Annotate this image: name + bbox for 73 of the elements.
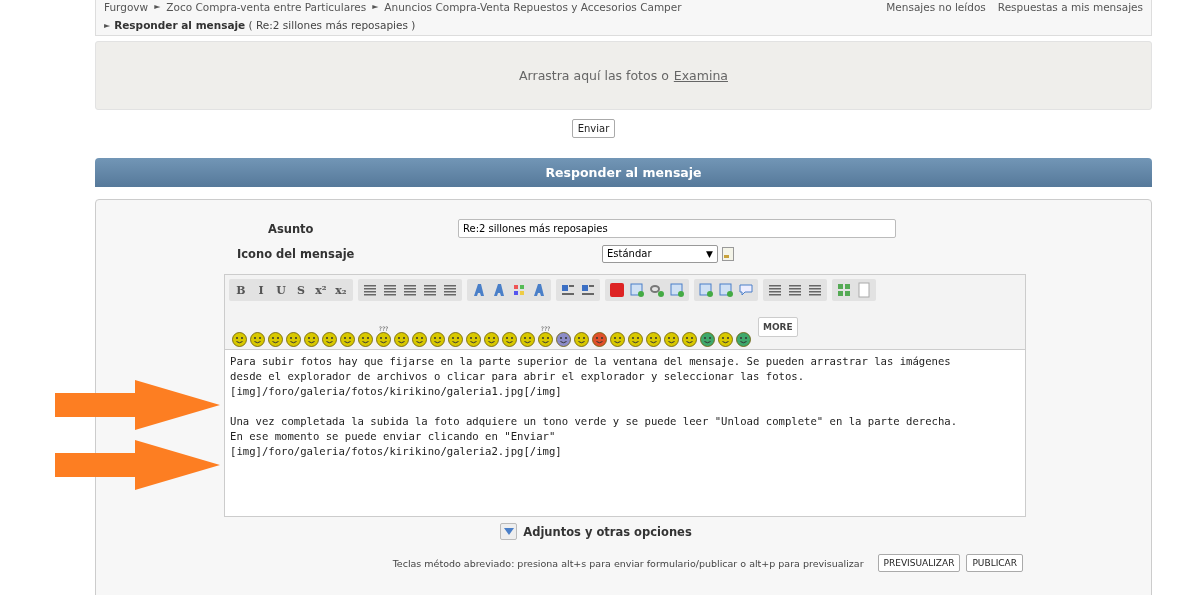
table-icon[interactable]: [559, 282, 577, 298]
align-icon[interactable]: [361, 282, 379, 298]
arrow-icon: ►: [372, 0, 379, 14]
smiley-icon[interactable]: [484, 332, 499, 347]
smiley-icon[interactable]: [412, 332, 427, 347]
align-icon[interactable]: [381, 282, 399, 298]
smiley-icon[interactable]: [304, 332, 319, 347]
smiley-icon[interactable]: [520, 332, 535, 347]
align-icon[interactable]: [806, 282, 824, 298]
header-link[interactable]: Mensajes no leídos: [886, 0, 986, 14]
smiley-icon[interactable]: [718, 332, 733, 347]
align-icon[interactable]: [401, 282, 419, 298]
header-link[interactable]: Respuestas a mis mensajes: [997, 0, 1143, 14]
smiley-icon[interactable]: [268, 332, 283, 347]
expand-icon[interactable]: [500, 523, 518, 540]
smiley-icon[interactable]: [466, 332, 481, 347]
drop-text: Arrastra aquí las fotos o: [519, 68, 669, 83]
shortcut-hint: Teclas método abreviado: presiona alt+s para enviar formulario/publicar o alt+p para previsualizar: [392, 557, 864, 569]
format-button[interactable]: x²: [312, 282, 330, 298]
message-icon-label: Icono del mensaje: [237, 246, 356, 261]
form-button[interactable]: PREVISUALIZAR: [877, 554, 961, 572]
video-icon[interactable]: [608, 282, 626, 298]
breadcrumb-link[interactable]: Anuncios Compra-Venta Repuestos y Accesorios Camper: [384, 0, 682, 14]
format-button[interactable]: B: [232, 282, 250, 298]
format-button[interactable]: U: [272, 282, 290, 298]
link-icon[interactable]: [648, 282, 666, 298]
message-textarea[interactable]: Para subir fotos hay que fijarse en la parte superior de la ventana del mensaje. Se pueden arrastrar las imágenes desde el explorador de archivos o clicar para abrir el explorador y seleccionar las fotos. [img]/foro/galeria/fotos/kirikino/galeria1.jpg[/img] Una vez completada la subida la foto adquiere un tono verde y se puede leer "Unload complete" en la parte derecha. En ese momento se puede enviar clicando en "Enviar" [img]/foro/galeria/fotos/kirikino/galeria2.jpg[/img]: [225, 350, 1025, 516]
form-button[interactable]: PUBLICAR: [966, 554, 1023, 572]
smiley-icon[interactable]: [610, 332, 625, 347]
format-button[interactable]: S: [292, 282, 310, 298]
align-icon[interactable]: [441, 282, 459, 298]
browse-link[interactable]: Examina: [673, 68, 728, 83]
smiley-icon[interactable]: [700, 332, 715, 347]
attachments-toggle[interactable]: Adjuntos y otras opciones: [523, 524, 692, 539]
subject-field[interactable]: Re:2 sillones más reposapies: [458, 219, 896, 238]
smiley-icon[interactable]: [376, 332, 391, 347]
format-button[interactable]: x₂: [332, 282, 350, 298]
smiley-icon[interactable]: [502, 332, 517, 347]
smiley-icon[interactable]: [448, 332, 463, 347]
smiley-icon[interactable]: [340, 332, 355, 347]
smiley-icon[interactable]: [286, 332, 301, 347]
list-icon[interactable]: [766, 282, 784, 298]
send-button[interactable]: Enviar: [571, 119, 616, 138]
message-icon-dropdown[interactable]: Estándar ▼: [602, 244, 718, 263]
smiley-icon[interactable]: [682, 332, 697, 347]
smiley-icon[interactable]: [628, 332, 643, 347]
smiley-icon[interactable]: [664, 332, 679, 347]
panel-header: Responder al mensaje: [95, 158, 1152, 187]
smiley-icon[interactable]: [358, 332, 373, 347]
breadcrumb-link[interactable]: Zoco Compra-venta entre Particulares: [166, 0, 367, 14]
format-button[interactable]: I: [252, 282, 270, 298]
smiley-icon[interactable]: [574, 332, 589, 347]
more-button[interactable]: MORE: [758, 317, 798, 337]
smiley-icon[interactable]: [736, 332, 751, 347]
smiley-icon[interactable]: [592, 332, 607, 347]
smiley-icon[interactable]: [250, 332, 265, 347]
arrow-icon: ►: [154, 0, 161, 14]
list-icon[interactable]: [786, 282, 804, 298]
current-page-title: Responder al mensaje ( Re:2 sillones más reposapies ): [114, 19, 416, 31]
arrow-icon: ►: [104, 20, 111, 30]
smiley-icon[interactable]: [322, 332, 337, 347]
smiley-icon[interactable]: [538, 332, 553, 347]
smiley-icon[interactable]: [430, 332, 445, 347]
subject-label: Asunto: [268, 221, 315, 236]
drop-zone[interactable]: Arrastra aquí las fotos o Examina: [95, 41, 1152, 110]
breadcrumb-link[interactable]: Furgovw: [104, 0, 149, 14]
align-icon[interactable]: [421, 282, 439, 298]
smiley-icon[interactable]: [232, 332, 247, 347]
smiley-icon[interactable]: [556, 332, 571, 347]
table-icon[interactable]: [579, 282, 597, 298]
smiley-icon[interactable]: [646, 332, 661, 347]
document-icon: [722, 246, 734, 261]
smiley-icon[interactable]: [394, 332, 409, 347]
